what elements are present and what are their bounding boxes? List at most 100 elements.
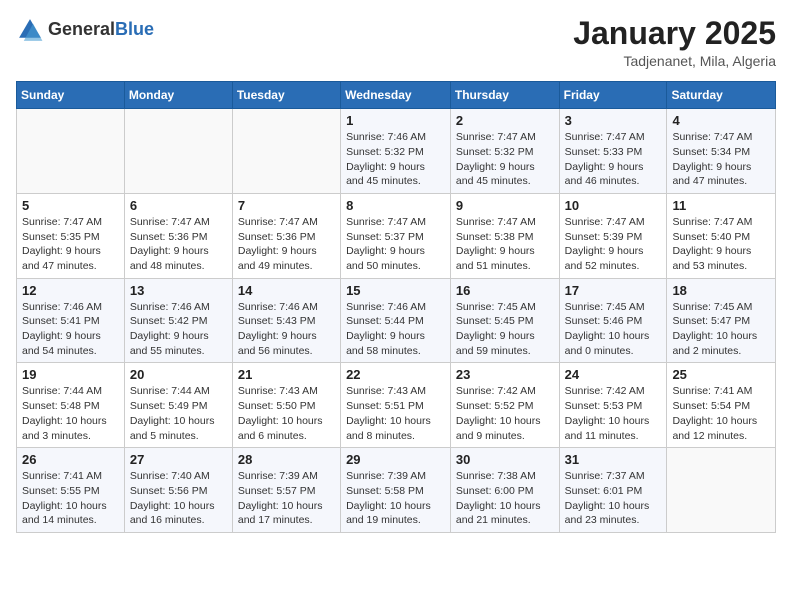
day-info: Sunrise: 7:46 AM Sunset: 5:44 PM Dayligh… <box>346 300 445 359</box>
calendar-cell: 31 Sunrise: 7:37 AM Sunset: 6:01 PM Dayli… <box>559 448 667 533</box>
day-number: 10 <box>565 198 662 213</box>
calendar-cell: 30 Sunrise: 7:38 AM Sunset: 6:00 PM Dayli… <box>450 448 559 533</box>
day-info: Sunrise: 7:47 AM Sunset: 5:32 PM Dayligh… <box>456 130 554 189</box>
day-info: Sunrise: 7:44 AM Sunset: 5:49 PM Dayligh… <box>130 384 227 443</box>
calendar-cell: 17 Sunrise: 7:45 AM Sunset: 5:46 PM Dayli… <box>559 278 667 363</box>
calendar-cell <box>124 109 232 194</box>
week-row-1: 1Sunrise: 7:46 AM Sunset: 5:32 PM Daylig… <box>17 109 776 194</box>
day-number: 7 <box>238 198 335 213</box>
logo-blue: Blue <box>115 19 154 39</box>
calendar-cell: 11Sunrise: 7:47 AM Sunset: 5:40 PM Dayli… <box>667 193 776 278</box>
day-number: 8 <box>346 198 445 213</box>
day-info: Sunrise: 7:42 AM Sunset: 5:52 PM Dayligh… <box>456 384 554 443</box>
calendar-cell: 1Sunrise: 7:46 AM Sunset: 5:32 PM Daylig… <box>341 109 451 194</box>
logo: GeneralBlue <box>16 16 154 44</box>
day-number: 27 <box>130 452 227 467</box>
calendar-cell: 15 Sunrise: 7:46 AM Sunset: 5:44 PM Dayli… <box>341 278 451 363</box>
week-row-2: 5 Sunrise: 7:47 AM Sunset: 5:35 PM Daylig… <box>17 193 776 278</box>
weekday-header-friday: Friday <box>559 82 667 109</box>
day-number: 30 <box>456 452 554 467</box>
day-info: Sunrise: 7:47 AM Sunset: 5:34 PM Dayligh… <box>672 130 770 189</box>
day-info: Sunrise: 7:47 AM Sunset: 5:38 PM Dayligh… <box>456 215 554 274</box>
day-number: 3 <box>565 113 662 128</box>
day-number: 12 <box>22 283 119 298</box>
day-number: 5 <box>22 198 119 213</box>
day-number: 4 <box>672 113 770 128</box>
week-row-4: 19Sunrise: 7:44 AM Sunset: 5:48 PM Dayli… <box>17 363 776 448</box>
day-info: Sunrise: 7:37 AM Sunset: 6:01 PM Dayligh… <box>565 469 662 528</box>
day-info: Sunrise: 7:47 AM Sunset: 5:36 PM Dayligh… <box>238 215 335 274</box>
calendar-cell: 4 Sunrise: 7:47 AM Sunset: 5:34 PM Daylig… <box>667 109 776 194</box>
day-number: 31 <box>565 452 662 467</box>
day-info: Sunrise: 7:47 AM Sunset: 5:35 PM Dayligh… <box>22 215 119 274</box>
day-info: Sunrise: 7:47 AM Sunset: 5:39 PM Dayligh… <box>565 215 662 274</box>
day-number: 23 <box>456 367 554 382</box>
calendar-cell: 20Sunrise: 7:44 AM Sunset: 5:49 PM Dayli… <box>124 363 232 448</box>
calendar-cell: 19Sunrise: 7:44 AM Sunset: 5:48 PM Dayli… <box>17 363 125 448</box>
day-number: 22 <box>346 367 445 382</box>
weekday-header-tuesday: Tuesday <box>232 82 340 109</box>
day-info: Sunrise: 7:47 AM Sunset: 5:33 PM Dayligh… <box>565 130 662 189</box>
weekday-header-monday: Monday <box>124 82 232 109</box>
logo-general: General <box>48 19 115 39</box>
day-info: Sunrise: 7:46 AM Sunset: 5:42 PM Dayligh… <box>130 300 227 359</box>
day-info: Sunrise: 7:46 AM Sunset: 5:43 PM Dayligh… <box>238 300 335 359</box>
day-number: 29 <box>346 452 445 467</box>
weekday-header-thursday: Thursday <box>450 82 559 109</box>
calendar-cell <box>667 448 776 533</box>
calendar-subtitle: Tadjenanet, Mila, Algeria <box>573 53 776 69</box>
day-info: Sunrise: 7:45 AM Sunset: 5:47 PM Dayligh… <box>672 300 770 359</box>
calendar-cell: 6 Sunrise: 7:47 AM Sunset: 5:36 PM Daylig… <box>124 193 232 278</box>
day-number: 11 <box>672 198 770 213</box>
day-info: Sunrise: 7:43 AM Sunset: 5:50 PM Dayligh… <box>238 384 335 443</box>
day-number: 6 <box>130 198 227 213</box>
day-info: Sunrise: 7:45 AM Sunset: 5:45 PM Dayligh… <box>456 300 554 359</box>
day-number: 25 <box>672 367 770 382</box>
week-row-3: 12 Sunrise: 7:46 AM Sunset: 5:41 PM Dayli… <box>17 278 776 363</box>
day-number: 26 <box>22 452 119 467</box>
calendar-title: January 2025 <box>573 16 776 51</box>
calendar-cell: 28Sunrise: 7:39 AM Sunset: 5:57 PM Dayli… <box>232 448 340 533</box>
week-row-5: 26Sunrise: 7:41 AM Sunset: 5:55 PM Dayli… <box>17 448 776 533</box>
day-info: Sunrise: 7:38 AM Sunset: 6:00 PM Dayligh… <box>456 469 554 528</box>
calendar-cell: 29 Sunrise: 7:39 AM Sunset: 5:58 PM Dayli… <box>341 448 451 533</box>
calendar-cell: 7 Sunrise: 7:47 AM Sunset: 5:36 PM Daylig… <box>232 193 340 278</box>
logo-icon <box>16 16 44 44</box>
calendar-cell: 26Sunrise: 7:41 AM Sunset: 5:55 PM Dayli… <box>17 448 125 533</box>
day-number: 1 <box>346 113 445 128</box>
day-number: 13 <box>130 283 227 298</box>
day-info: Sunrise: 7:47 AM Sunset: 5:36 PM Dayligh… <box>130 215 227 274</box>
day-info: Sunrise: 7:39 AM Sunset: 5:58 PM Dayligh… <box>346 469 445 528</box>
weekday-header-sunday: Sunday <box>17 82 125 109</box>
calendar-cell <box>232 109 340 194</box>
calendar-cell: 14 Sunrise: 7:46 AM Sunset: 5:43 PM Dayli… <box>232 278 340 363</box>
calendar-cell: 12 Sunrise: 7:46 AM Sunset: 5:41 PM Dayli… <box>17 278 125 363</box>
day-number: 17 <box>565 283 662 298</box>
day-info: Sunrise: 7:46 AM Sunset: 5:41 PM Dayligh… <box>22 300 119 359</box>
day-info: Sunrise: 7:41 AM Sunset: 5:54 PM Dayligh… <box>672 384 770 443</box>
weekday-header-row: SundayMondayTuesdayWednesdayThursdayFrid… <box>17 82 776 109</box>
calendar-cell: 21 Sunrise: 7:43 AM Sunset: 5:50 PM Dayli… <box>232 363 340 448</box>
title-block: January 2025 Tadjenanet, Mila, Algeria <box>573 16 776 69</box>
day-info: Sunrise: 7:45 AM Sunset: 5:46 PM Dayligh… <box>565 300 662 359</box>
calendar-cell: 24Sunrise: 7:42 AM Sunset: 5:53 PM Dayli… <box>559 363 667 448</box>
header: GeneralBlue January 2025 Tadjenanet, Mil… <box>16 16 776 69</box>
day-number: 15 <box>346 283 445 298</box>
calendar-cell: 8Sunrise: 7:47 AM Sunset: 5:37 PM Daylig… <box>341 193 451 278</box>
day-number: 18 <box>672 283 770 298</box>
day-number: 28 <box>238 452 335 467</box>
day-number: 2 <box>456 113 554 128</box>
day-number: 9 <box>456 198 554 213</box>
calendar-cell: 9 Sunrise: 7:47 AM Sunset: 5:38 PM Daylig… <box>450 193 559 278</box>
calendar-cell: 3 Sunrise: 7:47 AM Sunset: 5:33 PM Daylig… <box>559 109 667 194</box>
calendar-cell: 18 Sunrise: 7:45 AM Sunset: 5:47 PM Dayli… <box>667 278 776 363</box>
day-number: 21 <box>238 367 335 382</box>
day-number: 19 <box>22 367 119 382</box>
day-number: 14 <box>238 283 335 298</box>
calendar-table: SundayMondayTuesdayWednesdayThursdayFrid… <box>16 81 776 533</box>
calendar-cell: 25 Sunrise: 7:41 AM Sunset: 5:54 PM Dayli… <box>667 363 776 448</box>
calendar-cell: 5 Sunrise: 7:47 AM Sunset: 5:35 PM Daylig… <box>17 193 125 278</box>
day-info: Sunrise: 7:42 AM Sunset: 5:53 PM Dayligh… <box>565 384 662 443</box>
weekday-header-saturday: Saturday <box>667 82 776 109</box>
calendar-cell: 13 Sunrise: 7:46 AM Sunset: 5:42 PM Dayli… <box>124 278 232 363</box>
